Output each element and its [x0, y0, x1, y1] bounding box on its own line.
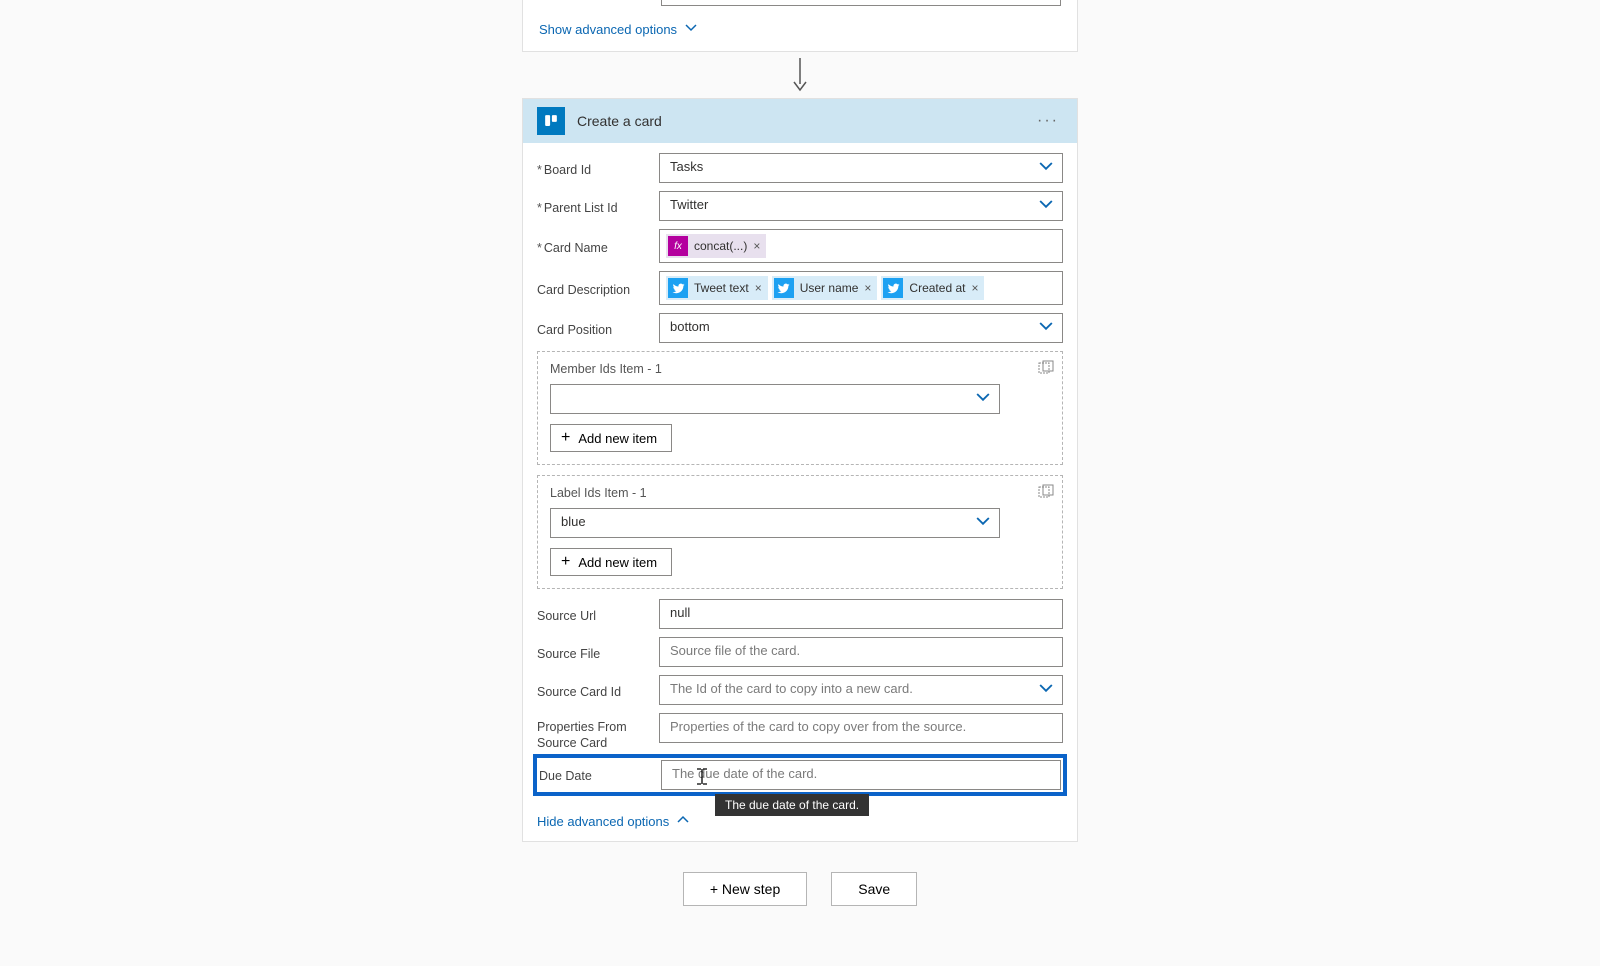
trello-icon — [537, 107, 565, 135]
remove-token-icon[interactable]: × — [753, 239, 760, 253]
plus-icon: + — [561, 430, 570, 446]
label-ids-label: Label Ids Item - 1 — [550, 486, 1050, 500]
source-url-input[interactable]: null — [659, 599, 1063, 629]
board-id-label: Board Id — [537, 158, 649, 178]
token-label: User name — [800, 281, 859, 295]
parent-list-id-select[interactable]: Twitter — [659, 191, 1063, 221]
add-label-item-button[interactable]: + Add new item — [550, 548, 672, 576]
due-date-tooltip: The due date of the card. — [715, 794, 869, 816]
twitter-icon — [668, 278, 688, 298]
card-description-input[interactable]: Tweet text × User name × C — [659, 271, 1063, 305]
board-id-value: Tasks — [659, 153, 1063, 183]
label-ids-select[interactable]: blue — [550, 508, 1000, 538]
designer-footer: + New step Save — [522, 872, 1078, 906]
token-label: concat(...) — [694, 239, 747, 253]
source-card-id-label: Source Card Id — [537, 680, 649, 700]
card-position-value: bottom — [659, 313, 1063, 343]
card-name-label: Card Name — [537, 236, 649, 256]
show-advanced-options-link[interactable]: Show advanced options — [539, 22, 697, 37]
user-name-token[interactable]: User name × — [772, 276, 878, 300]
flow-connector-arrow — [522, 52, 1078, 98]
add-item-label: Add new item — [578, 431, 657, 446]
previous-step-card: Show advanced options — [522, 0, 1078, 52]
card-name-input[interactable]: fx concat(...) × — [659, 229, 1063, 263]
switch-mode-icon[interactable] — [1038, 484, 1054, 503]
add-member-item-button[interactable]: + Add new item — [550, 424, 672, 452]
twitter-icon — [774, 278, 794, 298]
tweet-text-token[interactable]: Tweet text × — [666, 276, 768, 300]
token-label: Tweet text — [694, 281, 749, 295]
card-position-select[interactable]: bottom — [659, 313, 1063, 343]
source-card-id-select[interactable]: The Id of the card to copy into a new ca… — [659, 675, 1063, 705]
create-card-step: Create a card ··· Board Id Tasks Parent … — [522, 98, 1078, 842]
fx-icon: fx — [668, 236, 688, 256]
card-description-label: Card Description — [537, 278, 649, 298]
hide-advanced-options-link[interactable]: Hide advanced options — [537, 814, 689, 829]
member-ids-select[interactable] — [550, 384, 1000, 414]
due-date-label: Due Date — [539, 764, 651, 784]
step-title: Create a card — [577, 113, 1021, 129]
due-date-row-highlight: Due Date The due date of the card. The d… — [535, 756, 1065, 794]
step-header[interactable]: Create a card ··· — [523, 99, 1077, 143]
board-id-select[interactable]: Tasks — [659, 153, 1063, 183]
hide-advanced-label: Hide advanced options — [537, 814, 669, 829]
expression-token[interactable]: fx concat(...) × — [666, 234, 766, 258]
remove-token-icon[interactable]: × — [971, 281, 978, 295]
chevron-down-icon — [685, 22, 697, 37]
chevron-up-icon — [677, 814, 689, 829]
source-card-id-placeholder: The Id of the card to copy into a new ca… — [659, 675, 1063, 705]
add-item-label: Add new item — [578, 555, 657, 570]
label-ids-value: blue — [550, 508, 1000, 538]
switch-mode-icon[interactable] — [1038, 360, 1054, 379]
member-ids-label: Member Ids Item - 1 — [550, 362, 1050, 376]
props-from-source-input[interactable]: Properties of the card to copy over from… — [659, 713, 1063, 743]
label-ids-group: Label Ids Item - 1 blue + Add new item — [537, 475, 1063, 589]
token-label: Created at — [909, 281, 965, 295]
props-from-source-label: Properties From Source Card — [537, 713, 649, 752]
created-at-token[interactable]: Created at × — [881, 276, 984, 300]
member-ids-group: Member Ids Item - 1 + Add new item — [537, 351, 1063, 465]
save-button[interactable]: Save — [831, 872, 917, 906]
card-position-label: Card Position — [537, 318, 649, 338]
new-step-button[interactable]: + New step — [683, 872, 807, 906]
step-menu-button[interactable]: ··· — [1033, 110, 1063, 132]
parent-list-id-value: Twitter — [659, 191, 1063, 221]
show-advanced-label: Show advanced options — [539, 22, 677, 37]
remove-token-icon[interactable]: × — [755, 281, 762, 295]
parent-list-id-label: Parent List Id — [537, 196, 649, 216]
plus-icon: + — [561, 554, 570, 570]
source-file-input[interactable]: Source file of the card. — [659, 637, 1063, 667]
source-url-label: Source Url — [537, 604, 649, 624]
twitter-icon — [883, 278, 903, 298]
due-date-input[interactable]: The due date of the card. — [661, 760, 1061, 790]
remove-token-icon[interactable]: × — [864, 281, 871, 295]
source-file-label: Source File — [537, 642, 649, 662]
